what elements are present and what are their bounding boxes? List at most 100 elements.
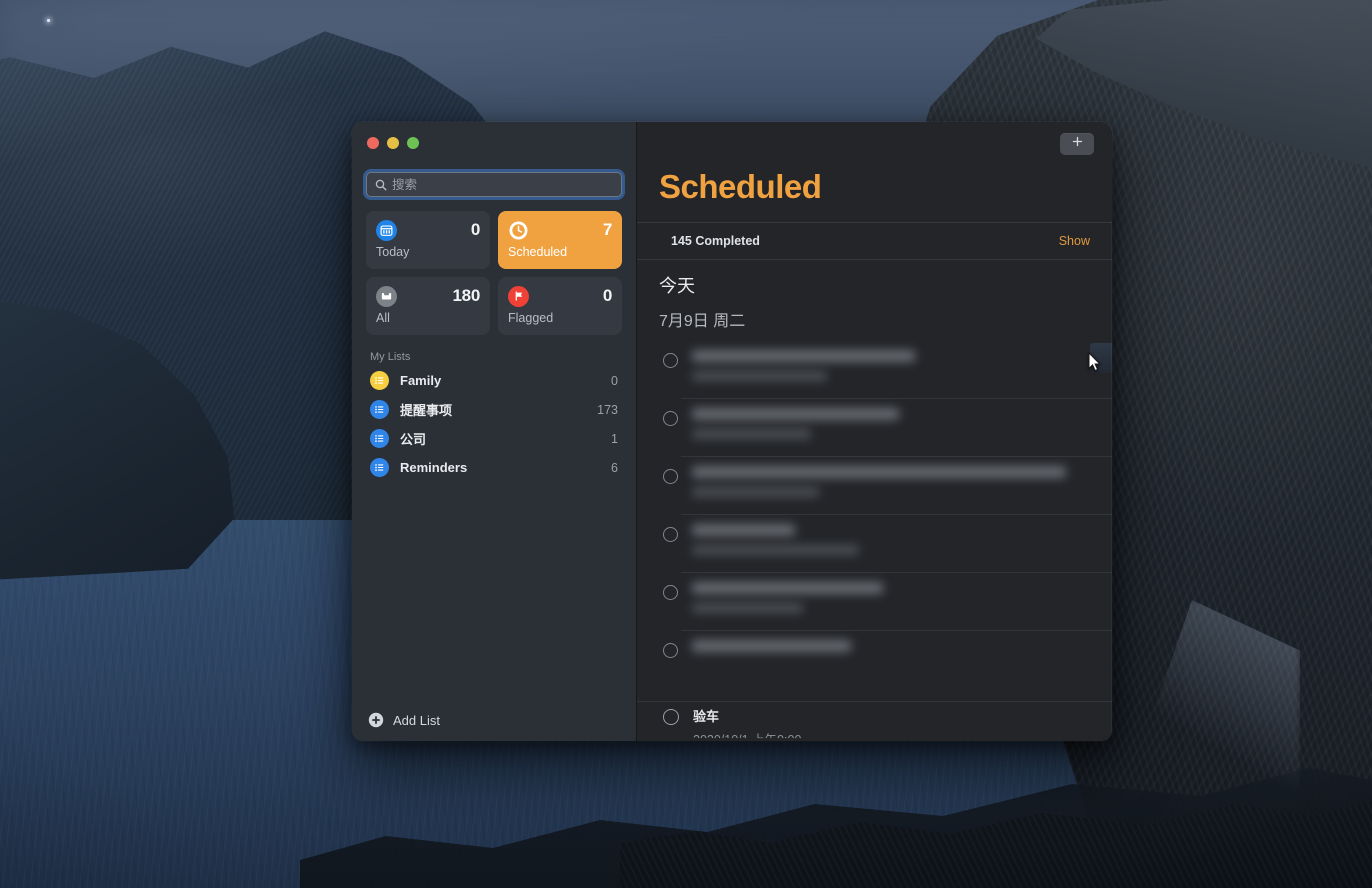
card-top-all: 180	[376, 285, 480, 307]
list-count-reminders: 6	[611, 460, 618, 475]
smart-list-flagged[interactable]: 0 Flagged	[498, 277, 622, 335]
reminder-list: 验车 2020/10/1 上午9:00	[637, 331, 1112, 741]
list-item-family[interactable]: Family 0	[360, 366, 628, 395]
table-row[interactable]	[637, 341, 1112, 399]
row-title: 验车	[693, 709, 720, 724]
smart-list-today[interactable]: 0 Today	[366, 211, 490, 269]
smart-list-count-today: 0	[470, 220, 480, 239]
search-container	[352, 166, 636, 197]
table-row[interactable]	[637, 399, 1112, 457]
row-content	[692, 466, 1090, 515]
window-controls	[352, 122, 636, 166]
row-title-redacted	[692, 408, 899, 420]
plus-icon	[1071, 135, 1084, 153]
row-title-redacted	[692, 640, 852, 652]
day-header: 今天 7月9日 周二	[637, 260, 1112, 331]
smart-list-label-scheduled: Scheduled	[508, 245, 568, 259]
content-pane: Scheduled 145 Completed Show 今天 7月9日 周二	[637, 122, 1112, 741]
row-content	[692, 524, 1090, 573]
list-lines-icon	[370, 400, 389, 419]
row-date-redacted	[692, 545, 860, 555]
complete-circle-icon[interactable]	[663, 643, 678, 658]
complete-circle-icon[interactable]	[663, 585, 678, 600]
add-reminder-button[interactable]	[1060, 133, 1094, 155]
completed-count: 145 Completed	[671, 234, 760, 248]
list-name-company: 公司	[400, 432, 427, 447]
complete-circle-icon[interactable]	[663, 527, 678, 542]
user-lists: Family 0 提醒事项 173 公司 1 Reminders 6	[352, 366, 636, 482]
card-top-scheduled: 7	[508, 219, 612, 241]
close-button[interactable]	[367, 137, 379, 149]
list-count-family: 0	[611, 373, 618, 388]
list-item-reminders-cn[interactable]: 提醒事项 173	[360, 395, 628, 424]
row-content	[692, 582, 1090, 631]
row-content	[692, 350, 1090, 399]
clock-icon	[508, 220, 529, 241]
completed-bar: 145 Completed Show	[637, 222, 1112, 260]
search-icon	[375, 179, 387, 191]
complete-circle-icon[interactable]	[663, 709, 679, 725]
card-top-today: 0	[376, 219, 480, 241]
table-row[interactable]	[637, 515, 1112, 573]
complete-circle-icon[interactable]	[663, 469, 678, 484]
smart-list-count-flagged: 0	[602, 286, 612, 305]
table-row[interactable]	[637, 631, 1112, 689]
maximize-button[interactable]	[407, 137, 419, 149]
list-lines-icon	[370, 371, 389, 390]
day-date: 7月9日 周二	[659, 313, 746, 330]
add-list-label: Add List	[393, 712, 440, 728]
card-top-flagged: 0	[508, 285, 612, 307]
row-date-redacted	[692, 603, 804, 613]
page-title: Scheduled	[659, 168, 822, 205]
row-content	[692, 408, 1090, 457]
complete-circle-icon[interactable]	[663, 411, 678, 426]
smart-list-label-flagged: Flagged	[508, 311, 554, 325]
search-input[interactable]	[392, 177, 621, 192]
list-lines-icon	[370, 429, 389, 448]
row-title-redacted	[692, 582, 884, 594]
smart-list-all[interactable]: 180 All	[366, 277, 490, 335]
list-item-reminders[interactable]: Reminders 6	[360, 453, 628, 482]
list-name-reminders: Reminders	[400, 460, 468, 475]
sidebar: 0 Today 7	[352, 122, 637, 741]
row-title-redacted	[692, 466, 1067, 478]
row-date-redacted	[692, 487, 820, 497]
list-count-reminders-cn: 173	[597, 402, 618, 417]
list-lines-icon	[370, 458, 389, 477]
smart-list-label-today: Today	[376, 245, 410, 259]
smart-list-scheduled[interactable]: 7 Scheduled	[498, 211, 622, 269]
add-list-button[interactable]: Add List	[352, 699, 636, 741]
row-date-redacted	[692, 371, 828, 381]
content-header: Scheduled	[637, 122, 1112, 222]
plus-circle-icon	[368, 712, 384, 728]
row-title-redacted	[692, 524, 796, 536]
flag-icon	[508, 285, 529, 307]
smart-list-count-scheduled: 7	[602, 220, 612, 239]
list-item-company[interactable]: 公司 1	[360, 424, 628, 453]
day-title: 今天	[659, 276, 695, 296]
list-name-family: Family	[400, 373, 442, 388]
smart-list-label-all: All	[376, 311, 390, 325]
list-count-company: 1	[611, 431, 618, 446]
list-name-reminders-cn: 提醒事项	[400, 403, 453, 418]
table-row[interactable]	[637, 573, 1112, 631]
desktop: 0 Today 7	[0, 0, 1372, 888]
smart-list-count-all: 180	[452, 286, 481, 305]
row-date-redacted	[692, 429, 812, 439]
table-row[interactable]	[637, 457, 1112, 515]
row-content	[692, 640, 1090, 689]
show-completed-link[interactable]: Show	[1059, 234, 1090, 248]
complete-circle-icon[interactable]	[663, 353, 678, 368]
row-content-last: 验车 2020/10/1 上午9:00	[693, 706, 801, 741]
calendar-icon	[376, 219, 397, 241]
minimize-button[interactable]	[387, 137, 399, 149]
reminders-window: 0 Today 7	[352, 122, 1112, 741]
inbox-tray-icon	[376, 285, 397, 307]
smart-list-grid: 0 Today 7 Scheduled 180 All 0 Flagged	[352, 197, 636, 335]
content-right-edge	[1111, 222, 1112, 741]
row-date: 2020/10/1 上午9:00	[693, 733, 802, 741]
row-title-redacted	[692, 350, 915, 362]
table-row-last[interactable]: 验车 2020/10/1 上午9:00	[637, 701, 1112, 741]
search-box[interactable]	[366, 172, 622, 197]
